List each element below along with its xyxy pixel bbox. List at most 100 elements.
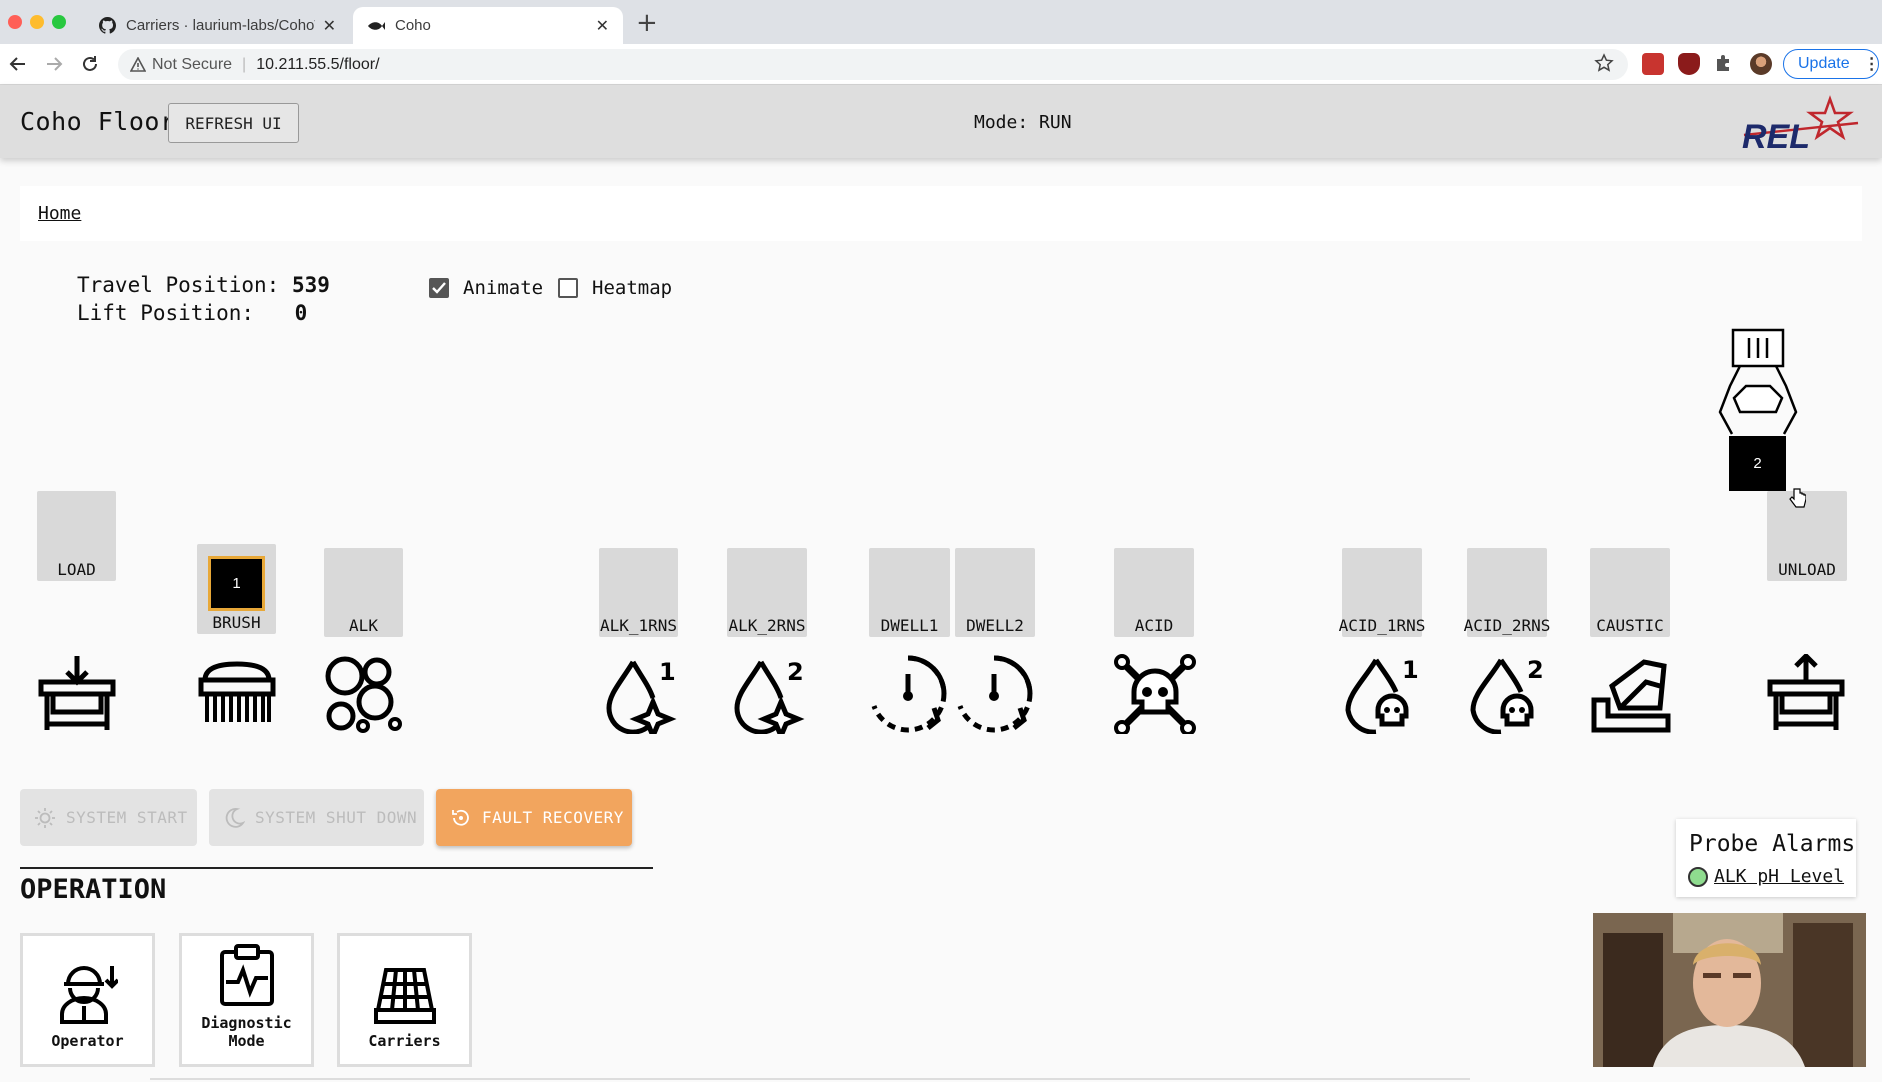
carrier-rack-icon xyxy=(373,968,436,1024)
update-label: Update xyxy=(1798,55,1850,72)
system-start-label: SYSTEM START xyxy=(66,808,188,827)
breadcrumb-home-link[interactable]: Home xyxy=(38,203,81,224)
operation-divider xyxy=(20,867,653,869)
url-text: 10.211.55.5/floor/ xyxy=(256,55,380,73)
extension-lastpass-icon[interactable] xyxy=(1642,53,1664,75)
close-icon[interactable]: ✕ xyxy=(596,16,609,36)
brush-carrier[interactable]: 1 xyxy=(208,556,265,611)
skull-crossbones-icon xyxy=(1114,654,1196,734)
page-bottom-edge xyxy=(150,1078,1470,1080)
timer-icon xyxy=(957,655,1033,733)
animate-checkbox[interactable] xyxy=(429,278,449,298)
arrow-right-icon xyxy=(47,57,63,71)
github-icon xyxy=(98,17,116,35)
hand-cursor-icon xyxy=(1789,488,1806,508)
lift-position-value: 0 xyxy=(294,301,308,325)
heatmap-checkbox[interactable] xyxy=(558,278,578,298)
lift-position: Lift Position: 0 xyxy=(77,301,307,325)
hoist-gripper-icon xyxy=(1718,328,1798,435)
station-load[interactable]: LOAD xyxy=(37,491,116,581)
unload-table-icon xyxy=(1767,654,1845,730)
close-icon[interactable]: ✕ xyxy=(323,16,336,36)
webcam-overlay xyxy=(1593,913,1866,1067)
station-alk-2rns[interactable]: ALK_2RNS xyxy=(727,548,807,637)
hoist-carrier[interactable]: 2 xyxy=(1729,436,1786,491)
mode-status: Mode: RUN xyxy=(974,112,1072,133)
operation-heading: OPERATION xyxy=(20,874,167,905)
moon-icon xyxy=(225,807,245,828)
warning-icon xyxy=(130,57,146,72)
diagnostic-mode-card[interactable]: Diagnostic Mode xyxy=(179,933,314,1067)
carriers-card[interactable]: Carriers xyxy=(337,933,472,1067)
window-maximize-button[interactable] xyxy=(52,15,66,29)
timer-icon xyxy=(871,655,947,733)
checkmark-icon xyxy=(432,282,446,294)
svg-text:1: 1 xyxy=(659,658,676,686)
travel-position-label: Travel Position: xyxy=(77,273,280,297)
bubbles-icon xyxy=(325,656,402,733)
station-caustic[interactable]: CAUSTIC xyxy=(1590,548,1670,637)
browser-toolbar: Not Secure | 10.211.55.5/floor/ Update ⋮ xyxy=(0,44,1882,85)
coho-fish-icon xyxy=(367,17,385,35)
acid-rinse-1-icon: 1 xyxy=(1345,656,1419,734)
lift-position-label: Lift Position: xyxy=(77,301,255,325)
tab-carriers[interactable]: Carriers · laurium-labs/CohoWi ✕ xyxy=(84,7,350,44)
operator-icon xyxy=(59,966,118,1024)
sun-icon xyxy=(35,807,55,828)
load-table-icon xyxy=(38,656,116,730)
tab-title: Coho xyxy=(395,17,431,34)
probe-alarms-title: Probe Alarms xyxy=(1689,831,1856,857)
system-shutdown-button[interactable]: SYSTEM SHUT DOWN xyxy=(209,789,424,846)
status-dot-icon xyxy=(1688,866,1708,887)
probe-alarm-item[interactable]: ALK pH Level xyxy=(1688,866,1844,887)
brush-icon xyxy=(198,661,276,722)
bookmark-star-icon[interactable] xyxy=(1594,53,1614,78)
operator-label: Operator xyxy=(51,1032,124,1050)
svg-text:2: 2 xyxy=(787,658,804,686)
station-acid-1rns[interactable]: ACID_1RNS xyxy=(1339,548,1425,637)
rel-logo: REL xyxy=(1742,95,1859,151)
tab-coho[interactable]: Coho ✕ xyxy=(353,7,623,44)
recovery-icon xyxy=(452,809,469,826)
forward-button[interactable] xyxy=(42,52,66,76)
reload-button[interactable] xyxy=(78,52,102,76)
back-button[interactable] xyxy=(6,52,30,76)
operator-card[interactable]: Operator xyxy=(20,933,155,1067)
heatmap-label: Heatmap xyxy=(592,277,673,299)
station-acid[interactable]: ACID xyxy=(1114,548,1194,637)
station-alk[interactable]: ALK xyxy=(324,548,403,637)
extension-ublock-icon[interactable] xyxy=(1678,53,1700,75)
breadcrumb: Home xyxy=(20,186,1862,241)
reload-icon xyxy=(83,56,97,71)
extensions-puzzle-icon[interactable] xyxy=(1714,53,1736,75)
app-title: Coho Floor xyxy=(20,107,176,136)
rinse-2-icon: 2 xyxy=(734,658,805,734)
animate-toggle[interactable]: Animate xyxy=(429,277,543,299)
system-start-button[interactable]: SYSTEM START xyxy=(20,789,197,846)
svg-text:2: 2 xyxy=(1527,656,1544,684)
browser-tab-bar: Carriers · laurium-labs/CohoWi ✕ Coho ✕ … xyxy=(0,0,1882,44)
logo-text: REL xyxy=(1742,118,1810,151)
refresh-ui-button[interactable]: REFRESH UI xyxy=(168,103,299,143)
station-acid-2rns[interactable]: ACID_2RNS xyxy=(1464,548,1550,637)
heatmap-toggle[interactable]: Heatmap xyxy=(558,277,672,299)
profile-avatar[interactable] xyxy=(1750,53,1772,75)
new-tab-button[interactable]: + xyxy=(636,10,658,36)
diagnostic-mode-label: Diagnostic Mode xyxy=(201,1014,292,1050)
station-dwell1[interactable]: DWELL1 xyxy=(869,548,950,637)
window-minimize-button[interactable] xyxy=(30,15,44,29)
security-label: Not Secure xyxy=(152,55,233,73)
carriers-label: Carriers xyxy=(368,1032,441,1050)
probe-alarm-link[interactable]: ALK pH Level xyxy=(1714,866,1844,887)
fault-recovery-button[interactable]: FAULT RECOVERY xyxy=(436,789,632,846)
rinse-1-icon: 1 xyxy=(606,658,677,734)
station-dwell2[interactable]: DWELL2 xyxy=(955,548,1035,637)
window-close-button[interactable] xyxy=(8,15,22,29)
station-alk-1rns[interactable]: ALK_1RNS xyxy=(599,548,678,637)
travel-position-value: 539 xyxy=(291,273,330,297)
app-header: Coho Floor REFRESH UI Mode: RUN REL xyxy=(0,85,1882,158)
browser-update-button[interactable]: Update ⋮ xyxy=(1783,49,1880,79)
address-bar[interactable]: Not Secure | 10.211.55.5/floor/ xyxy=(118,49,1628,80)
svg-text:1: 1 xyxy=(1402,656,1419,684)
station-unload[interactable]: UNLOAD xyxy=(1767,491,1847,581)
